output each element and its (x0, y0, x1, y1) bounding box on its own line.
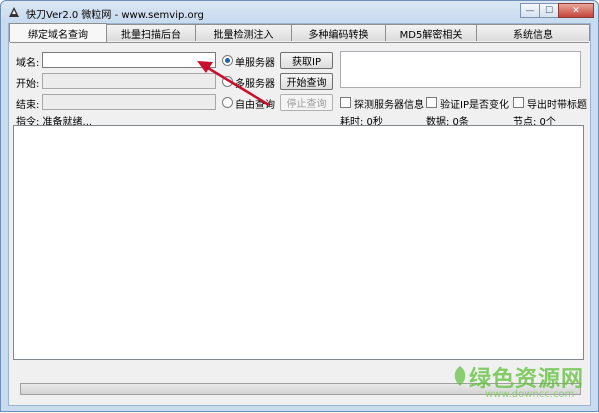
leaf-icon (454, 366, 466, 386)
watermark: 绿色资源网 www.downcc.com (451, 359, 591, 409)
watermark-url: www.downcc.com (485, 389, 575, 400)
red-arrow-annotation (197, 61, 270, 107)
app-window: 快刀Ver2.0 微粒网 - www.semvip.org — ☐ ✕ 绑定域名… (0, 0, 599, 412)
